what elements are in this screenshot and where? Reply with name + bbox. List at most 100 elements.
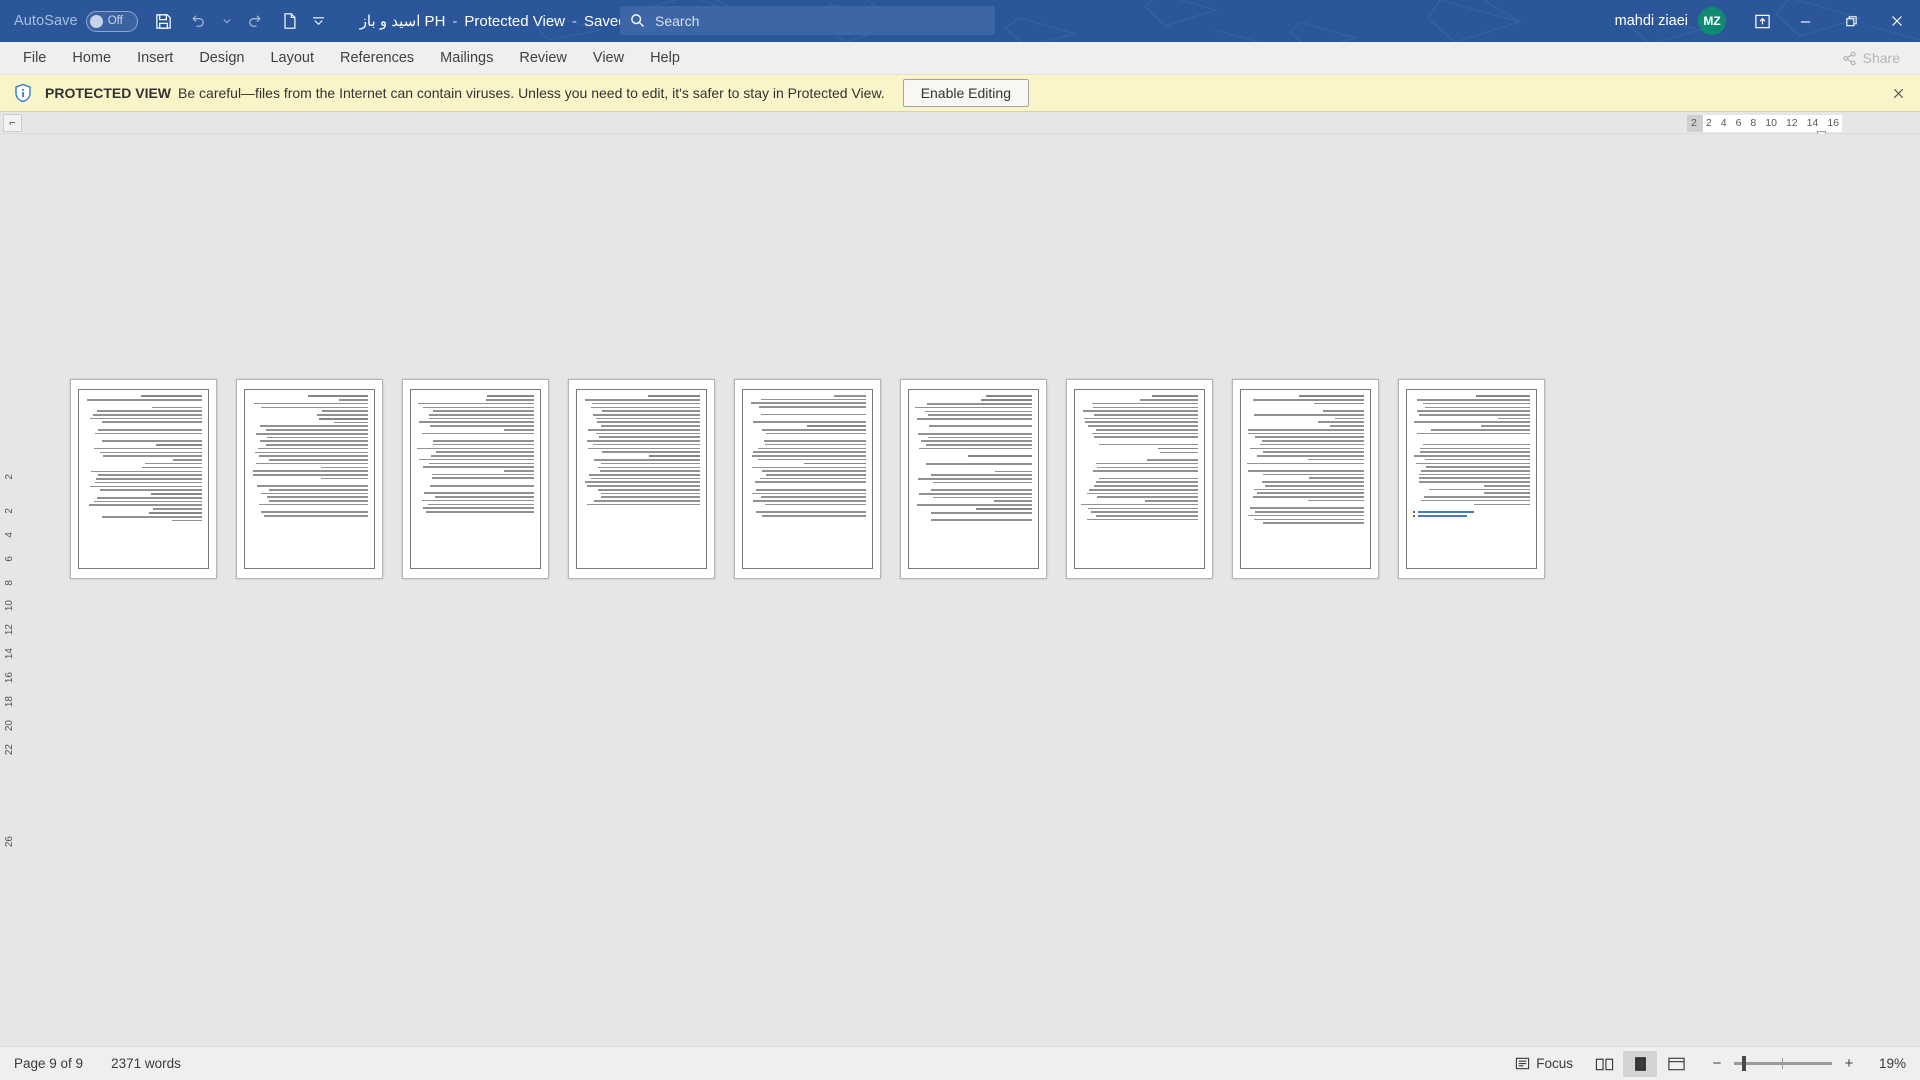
text-line [1087, 518, 1198, 521]
vertical-ruler: 2 2 4 6 8 10 12 14 16 18 20 22 26 [0, 134, 20, 1046]
text-line [102, 515, 202, 518]
text-line [915, 459, 1032, 461]
undo-icon[interactable] [182, 5, 214, 37]
text-line [749, 508, 866, 510]
text-line [1095, 515, 1198, 517]
vruler-mark-0: 2 [4, 474, 15, 480]
tab-review[interactable]: Review [506, 45, 580, 72]
enable-editing-button[interactable]: Enable Editing [902, 79, 1029, 107]
redo-icon[interactable] [240, 5, 272, 37]
text-line [765, 432, 866, 435]
document-page-8[interactable] [1232, 379, 1379, 579]
text-line [1426, 466, 1530, 468]
text-line [417, 489, 534, 491]
tab-mailings[interactable]: Mailings [427, 45, 506, 72]
text-line [597, 466, 700, 469]
text-line [1425, 406, 1530, 409]
text-line [592, 443, 700, 446]
text-line [601, 462, 700, 465]
text-line [591, 477, 700, 480]
text-line [749, 410, 866, 412]
text-line [260, 511, 368, 513]
hyperlink-text[interactable] [1418, 511, 1475, 513]
new-document-icon[interactable] [274, 5, 306, 37]
text-line [929, 425, 1032, 428]
info-shield-icon [10, 80, 36, 106]
document-page-3[interactable] [402, 379, 549, 579]
close-icon[interactable] [1888, 83, 1908, 103]
text-line [601, 451, 700, 453]
save-icon[interactable] [148, 5, 180, 37]
tab-layout[interactable]: Layout [257, 45, 327, 72]
tab-file[interactable]: File [10, 45, 59, 72]
document-page-5[interactable] [734, 379, 881, 579]
text-line [587, 485, 700, 487]
text-line [1413, 507, 1530, 509]
tab-design[interactable]: Design [186, 45, 257, 72]
tab-help[interactable]: Help [637, 45, 693, 72]
zoom-out-icon[interactable]: − [1709, 1055, 1725, 1072]
close-icon[interactable] [1874, 0, 1920, 42]
text-line [1081, 474, 1198, 476]
web-layout-icon[interactable] [1659, 1051, 1693, 1077]
tab-references[interactable]: References [327, 45, 427, 72]
share-button[interactable]: Share [1834, 47, 1908, 69]
text-line [1250, 507, 1364, 509]
tab-view[interactable]: View [580, 45, 637, 72]
left-tab-stop-icon[interactable]: ⌐ [3, 114, 22, 132]
undo-dropdown-icon[interactable] [216, 5, 238, 37]
zoom-level-label[interactable]: 19% [1866, 1056, 1906, 1071]
text-line [915, 467, 1032, 469]
zoom-slider[interactable] [1734, 1056, 1832, 1071]
hyperlink-list-item[interactable] [1413, 511, 1530, 514]
avatar[interactable]: MZ [1698, 7, 1726, 35]
document-page-9[interactable] [1398, 379, 1545, 579]
ribbon-display-options-icon[interactable] [1742, 0, 1782, 42]
page-count-status[interactable]: Page 9 of 9 [0, 1056, 97, 1071]
text-line [1419, 447, 1530, 450]
text-line [599, 470, 700, 472]
text-line [1081, 440, 1198, 442]
document-page-2[interactable] [236, 379, 383, 579]
search-input[interactable]: Search [620, 6, 995, 35]
text-line [1252, 399, 1364, 401]
text-line [1253, 413, 1364, 416]
customize-quick-access-toolbar-icon[interactable] [308, 5, 330, 37]
text-line [1257, 492, 1364, 494]
document-page-6[interactable] [900, 379, 1047, 579]
text-line [1144, 500, 1198, 502]
restore-icon[interactable] [1828, 0, 1874, 42]
text-line [254, 451, 368, 454]
word-count-status[interactable]: 2371 words [97, 1056, 195, 1071]
focus-mode-button[interactable]: Focus [1503, 1056, 1585, 1071]
zoom-in-icon[interactable]: + [1841, 1055, 1857, 1072]
print-layout-icon[interactable] [1623, 1050, 1657, 1077]
autosave-switch[interactable]: Off [85, 10, 138, 32]
text-line [264, 515, 368, 517]
tab-insert[interactable]: Insert [124, 45, 186, 72]
text-line [765, 443, 866, 446]
vruler-mark-3: 6 [4, 556, 15, 562]
zoom-slider-thumb[interactable] [1742, 1056, 1746, 1071]
account-name[interactable]: mahdi ziaei [1615, 13, 1688, 29]
document-page-1[interactable] [70, 379, 217, 579]
minimize-icon[interactable] [1782, 0, 1828, 42]
hyperlink-text[interactable] [1418, 515, 1468, 517]
read-mode-icon[interactable] [1587, 1051, 1621, 1077]
page-content-6 [908, 389, 1039, 569]
tab-home[interactable]: Home [59, 45, 124, 72]
text-line [980, 399, 1032, 401]
text-line [260, 492, 368, 495]
text-line [150, 492, 202, 495]
document-page-4[interactable] [568, 379, 715, 579]
text-line [1329, 425, 1364, 427]
document-page-7[interactable] [1066, 379, 1213, 579]
hyperlink-list-item[interactable] [1413, 515, 1530, 518]
text-line [267, 436, 368, 439]
text-line [1160, 451, 1198, 454]
focus-mode-icon [1515, 1056, 1530, 1071]
autosave-toggle[interactable]: AutoSave Off [8, 6, 146, 36]
horizontal-ruler[interactable]: 2 2 4 6 8 10 12 14 16 [1687, 113, 1842, 138]
zoom-control[interactable]: − + 19% [1709, 1055, 1906, 1072]
document-canvas[interactable]: 2 2 4 6 8 10 12 14 16 18 20 22 26 [0, 134, 1920, 1046]
